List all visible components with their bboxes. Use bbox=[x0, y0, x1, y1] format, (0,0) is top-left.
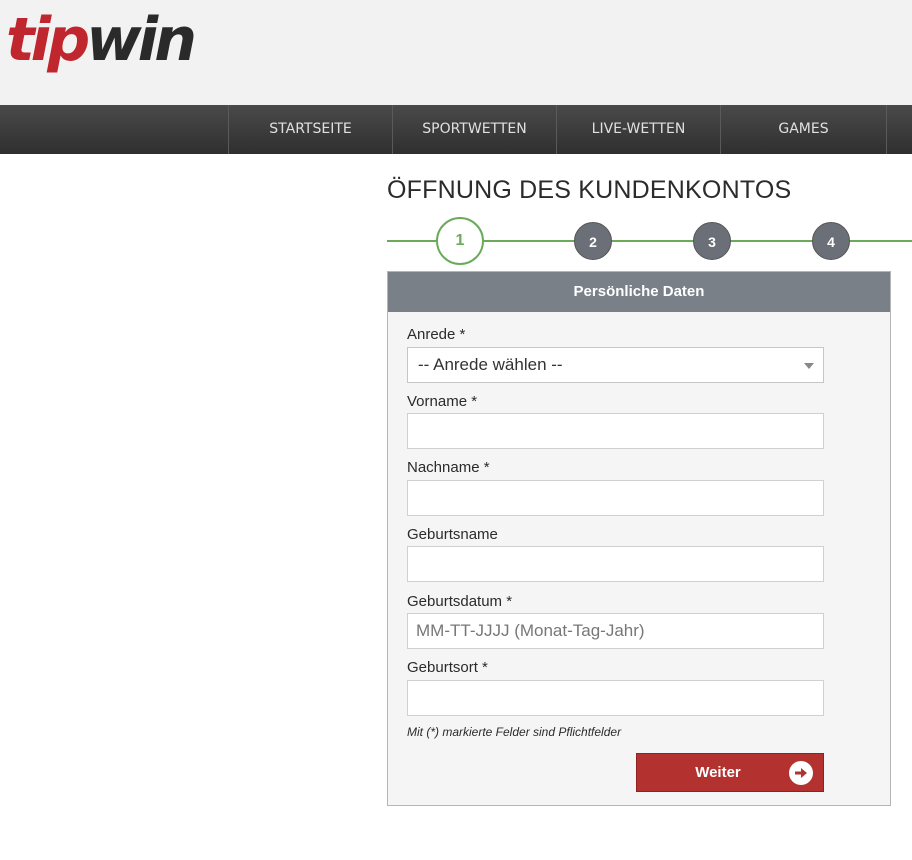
nav-item-sportwetten[interactable]: SPORTWETTEN bbox=[392, 105, 556, 154]
weiter-button[interactable]: Weiter bbox=[636, 753, 824, 792]
nav-item-more[interactable] bbox=[886, 105, 912, 154]
required-fields-note: Mit (*) markierte Felder sind Pflichtfel… bbox=[407, 725, 622, 739]
step-progress: 1 2 3 4 bbox=[387, 217, 912, 265]
vorname-input[interactable] bbox=[407, 413, 824, 449]
chevron-down-icon bbox=[804, 363, 814, 369]
nav-item-games[interactable]: GAMES bbox=[720, 105, 886, 154]
step-2: 2 bbox=[574, 222, 612, 260]
step-4: 4 bbox=[812, 222, 850, 260]
site-header: tipwin bbox=[0, 0, 912, 105]
nachname-input[interactable] bbox=[407, 480, 824, 516]
nav-item-startseite[interactable]: STARTSEITE bbox=[228, 105, 392, 154]
registration-form-panel: Persönliche Daten Anrede * -- Anrede wäh… bbox=[387, 271, 891, 806]
anrede-label: Anrede * bbox=[407, 326, 466, 343]
geburtsdatum-label: Geburtsdatum * bbox=[407, 593, 513, 610]
weiter-button-label: Weiter bbox=[695, 764, 741, 781]
anrede-selected-value: -- Anrede wählen -- bbox=[418, 355, 563, 374]
geburtsdatum-input[interactable] bbox=[407, 613, 824, 649]
geburtsort-input[interactable] bbox=[407, 680, 824, 716]
nachname-label: Nachname * bbox=[407, 459, 490, 476]
nav-item-live-wetten[interactable]: LIVE-WETTEN bbox=[556, 105, 720, 154]
geburtsort-label: Geburtsort * bbox=[407, 659, 488, 676]
geburtsname-input[interactable] bbox=[407, 546, 824, 582]
page-title: ÖFFNUNG DES KUNDENKONTOS bbox=[387, 176, 792, 204]
arrow-right-circle-icon bbox=[789, 761, 813, 785]
step-1-active: 1 bbox=[436, 217, 484, 265]
vorname-label: Vorname * bbox=[407, 393, 478, 410]
main-nav: STARTSEITE SPORTWETTEN LIVE-WETTEN GAMES bbox=[0, 105, 912, 154]
logo-win-text: win bbox=[86, 5, 197, 75]
form-section-title: Persönliche Daten bbox=[388, 272, 890, 312]
step-3: 3 bbox=[693, 222, 731, 260]
geburtsname-label: Geburtsname bbox=[407, 526, 498, 543]
anrede-select[interactable]: -- Anrede wählen -- bbox=[407, 347, 824, 383]
tipwin-logo[interactable]: tipwin bbox=[6, 5, 197, 75]
logo-tip-text: tip bbox=[6, 5, 90, 75]
